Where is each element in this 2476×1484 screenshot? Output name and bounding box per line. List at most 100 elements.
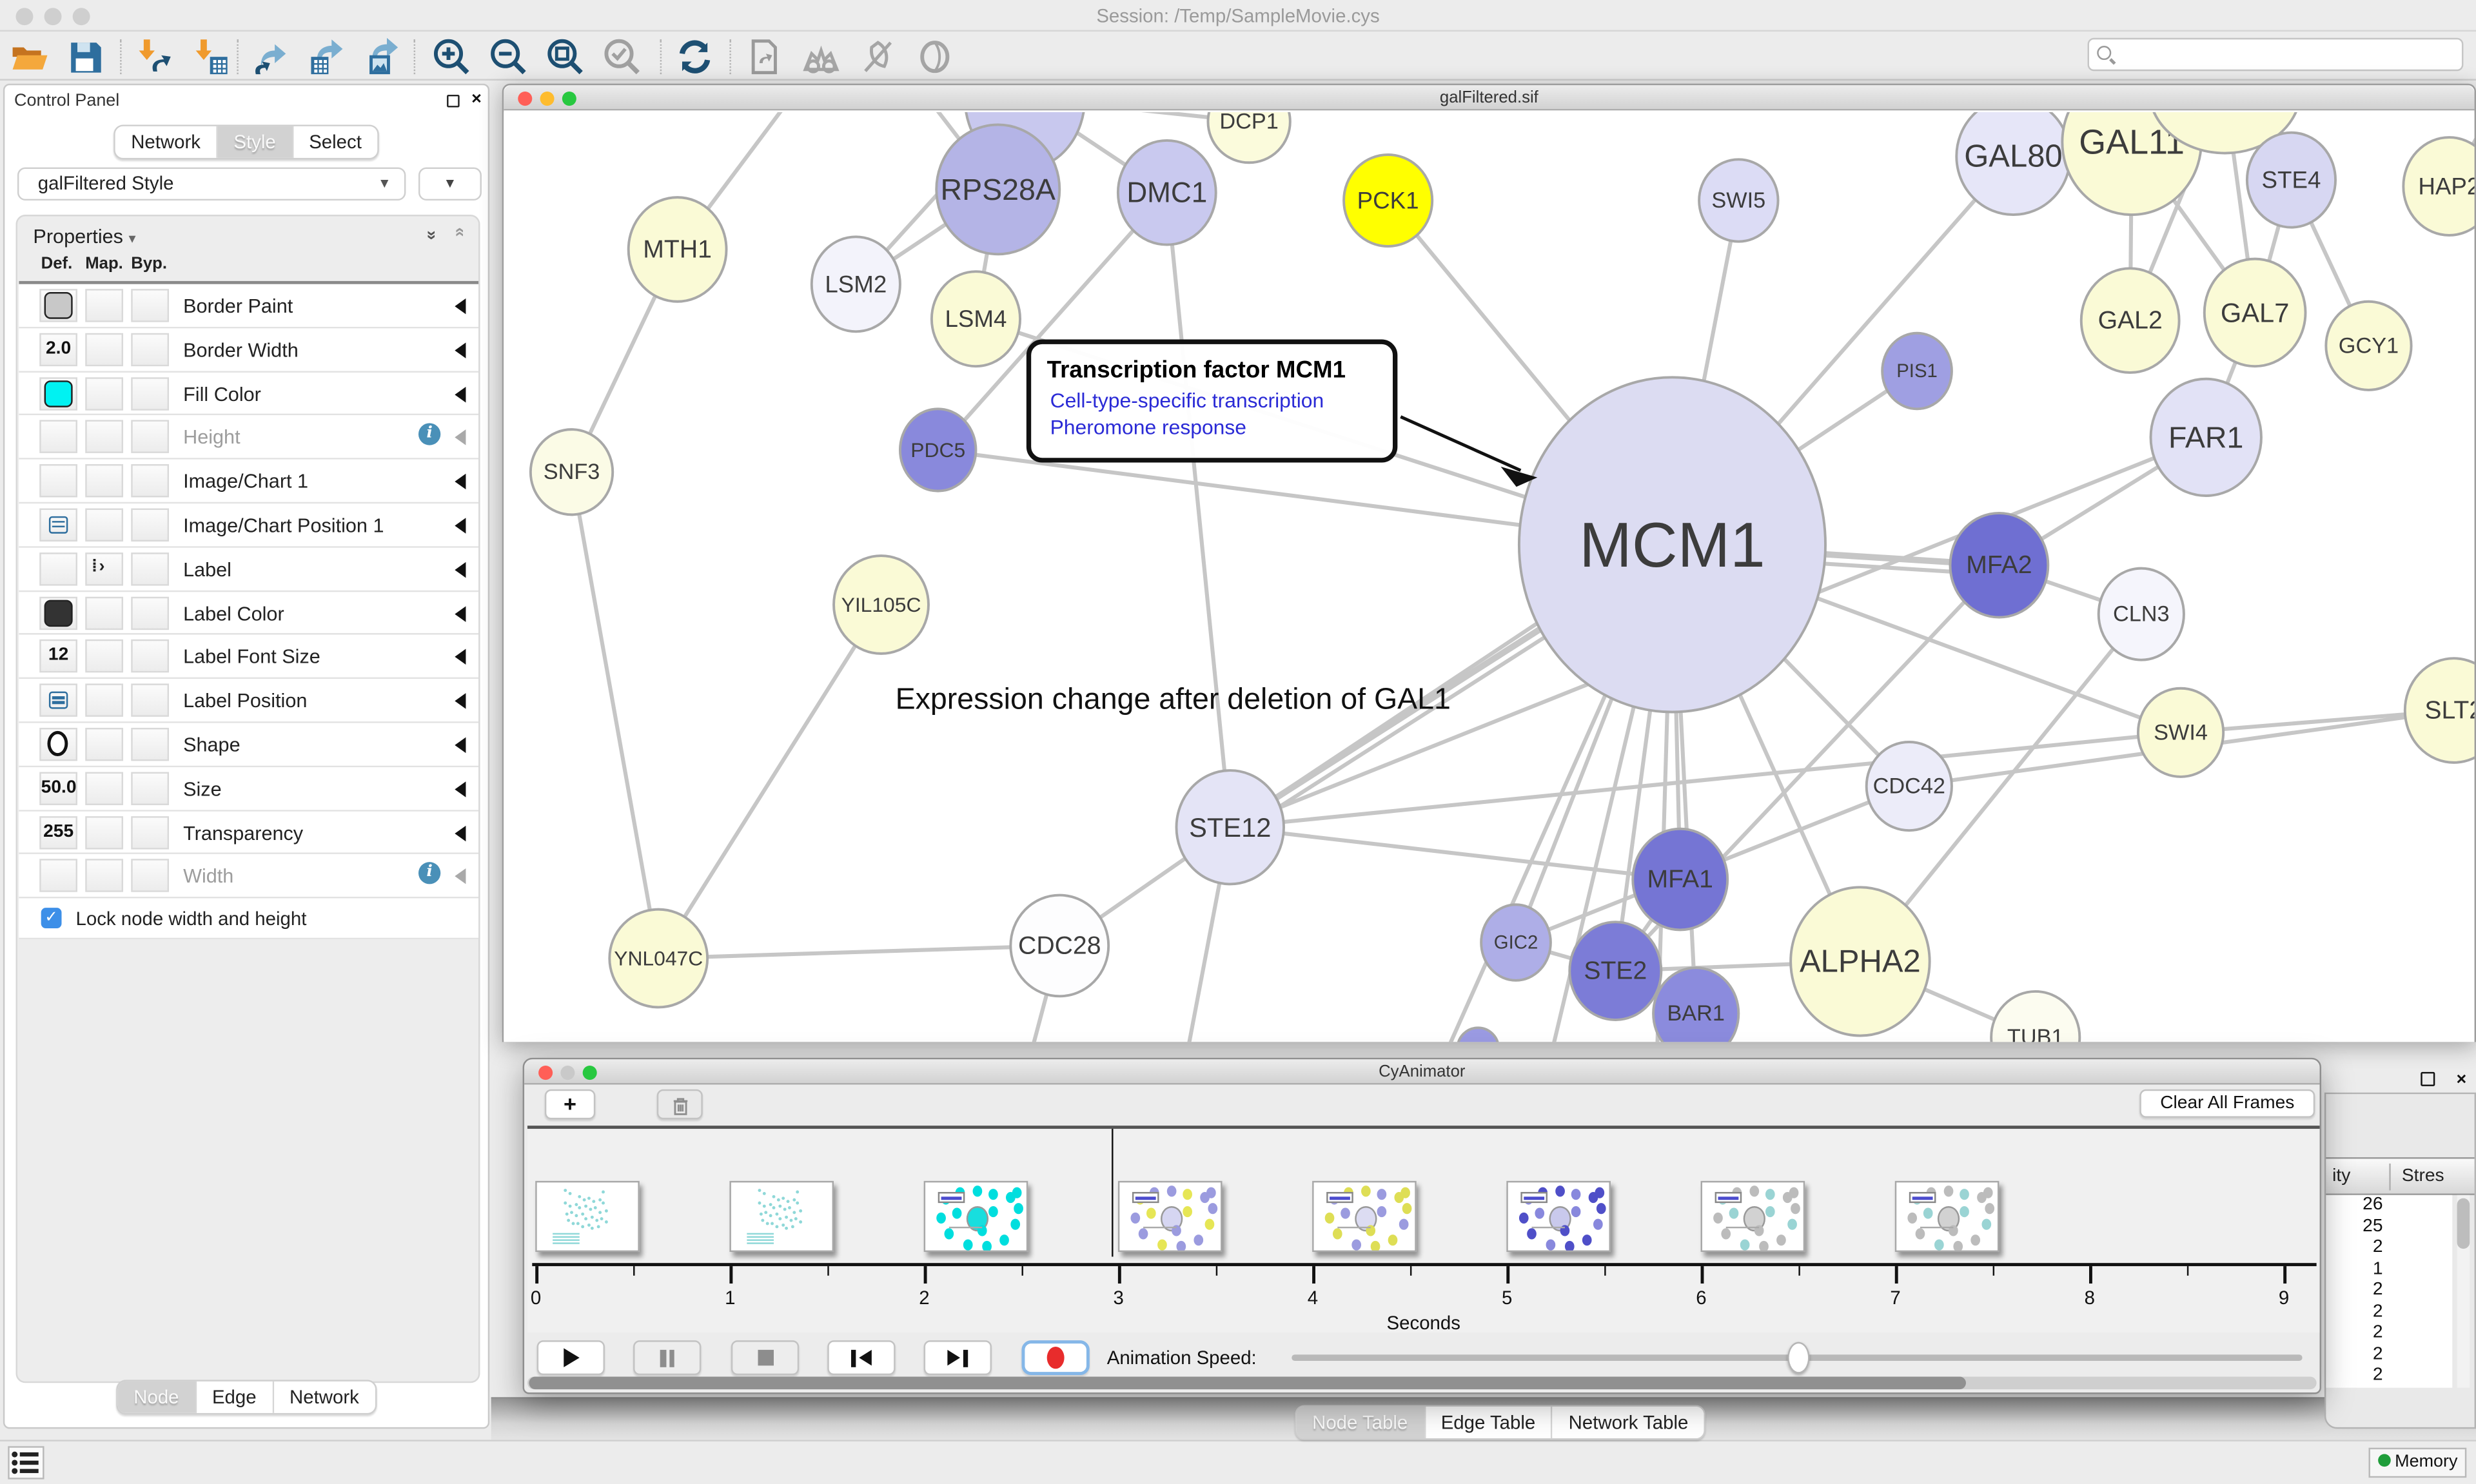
mapping-cell[interactable]: ⁞› xyxy=(85,552,123,585)
collapse-arrow-icon[interactable] xyxy=(455,474,466,489)
bypass-cell[interactable] xyxy=(131,464,169,497)
network-node-ste2[interactable]: STE2 xyxy=(1569,922,1661,1020)
table-cell-value[interactable]: 1 xyxy=(2326,1259,2383,1280)
bypass-cell[interactable] xyxy=(131,376,169,409)
frame-thumbnail-7[interactable] xyxy=(1895,1181,1999,1252)
collapse-arrow-icon[interactable] xyxy=(455,737,466,753)
frame-thumbnail-6[interactable] xyxy=(1701,1181,1805,1252)
close-panel-icon[interactable]: × xyxy=(471,90,482,109)
stop-button[interactable] xyxy=(731,1340,799,1375)
property-row-border-width[interactable]: 2.0Border Width xyxy=(19,328,478,372)
timeline[interactable]: 0123456789 Seconds xyxy=(527,1126,2320,1333)
mapping-cell[interactable] xyxy=(85,420,123,453)
bypass-cell[interactable] xyxy=(131,640,169,673)
network-node-gcy1[interactable]: GCY1 xyxy=(2326,302,2411,390)
default-cell[interactable]: 50.0 xyxy=(39,772,77,805)
add-frame-button[interactable]: + xyxy=(545,1089,595,1120)
find-icon[interactable] xyxy=(802,38,840,76)
network-node-pdc5[interactable]: PDC5 xyxy=(900,409,976,491)
collapse-arrow-icon[interactable] xyxy=(455,781,466,797)
tab-select[interactable]: Select xyxy=(293,126,378,158)
tab-node[interactable]: Node xyxy=(118,1381,197,1413)
collapse-arrow-icon[interactable] xyxy=(455,430,466,445)
mapping-cell[interactable] xyxy=(85,684,123,717)
table-cell-value[interactable]: 2 xyxy=(2326,1302,2383,1323)
tab-edge[interactable]: Edge xyxy=(196,1381,273,1413)
open-session-icon[interactable] xyxy=(10,38,48,76)
frame-thumbnail-1[interactable] xyxy=(729,1181,834,1252)
property-row-image-chart-1[interactable]: Image/Chart 1 xyxy=(19,460,478,503)
column-centrality[interactable]: ity xyxy=(2332,1167,2350,1186)
network-node-lsm4[interactable]: LSM4 xyxy=(932,271,1020,366)
table-cell-value[interactable]: 25 xyxy=(2326,1216,2383,1238)
pause-button[interactable] xyxy=(633,1340,701,1375)
cyanimator-titlebar[interactable]: CyAnimator xyxy=(524,1059,2319,1084)
frame-thumbnail-0[interactable] xyxy=(535,1181,640,1252)
go-to-start-button[interactable] xyxy=(827,1340,895,1375)
collapse-arrow-icon[interactable] xyxy=(455,605,466,621)
default-value[interactable]: 255 xyxy=(41,822,76,841)
network-node-mth1[interactable]: MTH1 xyxy=(629,197,727,302)
style-select[interactable]: galFiltered Style ▾ xyxy=(17,168,406,200)
table-cell-value[interactable]: 26 xyxy=(2326,1195,2383,1216)
mapping-cell[interactable] xyxy=(85,772,123,805)
task-history-button[interactable] xyxy=(8,1446,44,1479)
refresh-view-icon[interactable] xyxy=(676,38,714,76)
memory-button[interactable]: Memory xyxy=(2368,1448,2466,1478)
network-node-pck1[interactable]: PCK1 xyxy=(1344,155,1432,246)
property-row-size[interactable]: 50.0Size xyxy=(19,767,478,811)
network-node-lsm2[interactable]: LSM2 xyxy=(812,237,900,331)
network-node-cdc42[interactable]: CDC42 xyxy=(1867,742,1952,830)
mapping-cell[interactable] xyxy=(85,640,123,673)
float-panel-icon[interactable] xyxy=(2421,1072,2435,1086)
default-cell[interactable] xyxy=(39,420,77,453)
save-session-icon[interactable] xyxy=(66,38,104,76)
clone-network-icon[interactable] xyxy=(745,38,783,76)
default-cell[interactable] xyxy=(39,596,77,629)
table-cell-value[interactable]: 2 xyxy=(2326,1280,2383,1302)
mapping-cell[interactable] xyxy=(85,376,123,409)
property-row-width[interactable]: Widthi xyxy=(19,855,478,899)
tab-network[interactable]: Network xyxy=(274,1381,375,1413)
annotation-box[interactable]: Transcription factor MCM1 Cell-type-spec… xyxy=(1027,340,1398,463)
table-scrollbar[interactable] xyxy=(2457,1195,2470,1388)
discrete-mapping-icon[interactable]: ⁞› xyxy=(92,557,106,576)
tab-style[interactable]: Style xyxy=(218,126,293,158)
default-cell[interactable] xyxy=(39,376,77,409)
property-row-height[interactable]: Heighti xyxy=(19,416,478,460)
collapse-arrow-icon[interactable] xyxy=(455,649,466,665)
lock-size-checkbox[interactable]: ✓ xyxy=(41,908,62,929)
table-cell-value[interactable]: 2 xyxy=(2326,1344,2383,1365)
default-cell[interactable]: 2.0 xyxy=(39,333,77,366)
properties-header[interactable]: Properties ▾ xyxy=(33,226,135,248)
network-node-mfa2[interactable]: MFA2 xyxy=(1950,513,2048,618)
network-edge[interactable] xyxy=(1230,827,1680,879)
network-node-rps28a[interactable]: RPS28A xyxy=(936,124,1059,254)
network-edge[interactable] xyxy=(658,605,881,959)
playhead[interactable] xyxy=(1112,1129,1113,1256)
property-row-label-color[interactable]: Label Color xyxy=(19,591,478,635)
annotation-link[interactable]: Pheromone response xyxy=(1050,414,1393,441)
color-swatch[interactable] xyxy=(44,292,73,319)
property-row-transparency[interactable]: 255Transparency xyxy=(19,811,478,855)
position-icon[interactable] xyxy=(49,692,68,709)
default-cell[interactable] xyxy=(39,289,77,322)
import-table-icon[interactable] xyxy=(193,38,231,76)
annotation-link[interactable]: Cell-type-specific transcription xyxy=(1050,387,1393,414)
tab-network[interactable]: Network xyxy=(115,126,218,158)
export-table-icon[interactable] xyxy=(306,38,344,76)
network-node-unlabeled[interactable] xyxy=(1457,1028,1498,1042)
collapse-arrow-icon[interactable] xyxy=(455,694,466,709)
show-graphics-icon[interactable] xyxy=(916,38,954,76)
zoom-selected-icon[interactable] xyxy=(604,38,642,76)
default-cell[interactable]: 12 xyxy=(39,640,77,673)
close-panel-icon[interactable]: × xyxy=(2457,1070,2467,1089)
hide-graphics-icon[interactable] xyxy=(859,38,897,76)
network-node-far1[interactable]: FAR1 xyxy=(2151,379,2261,496)
network-edge[interactable] xyxy=(658,946,1059,959)
bypass-cell[interactable] xyxy=(131,333,169,366)
bypass-cell[interactable] xyxy=(131,815,169,848)
network-node-swi5[interactable]: SWI5 xyxy=(1699,159,1778,241)
tab-network-table[interactable]: Network Table xyxy=(1553,1407,1704,1438)
zoom-fit-icon[interactable] xyxy=(546,38,584,76)
